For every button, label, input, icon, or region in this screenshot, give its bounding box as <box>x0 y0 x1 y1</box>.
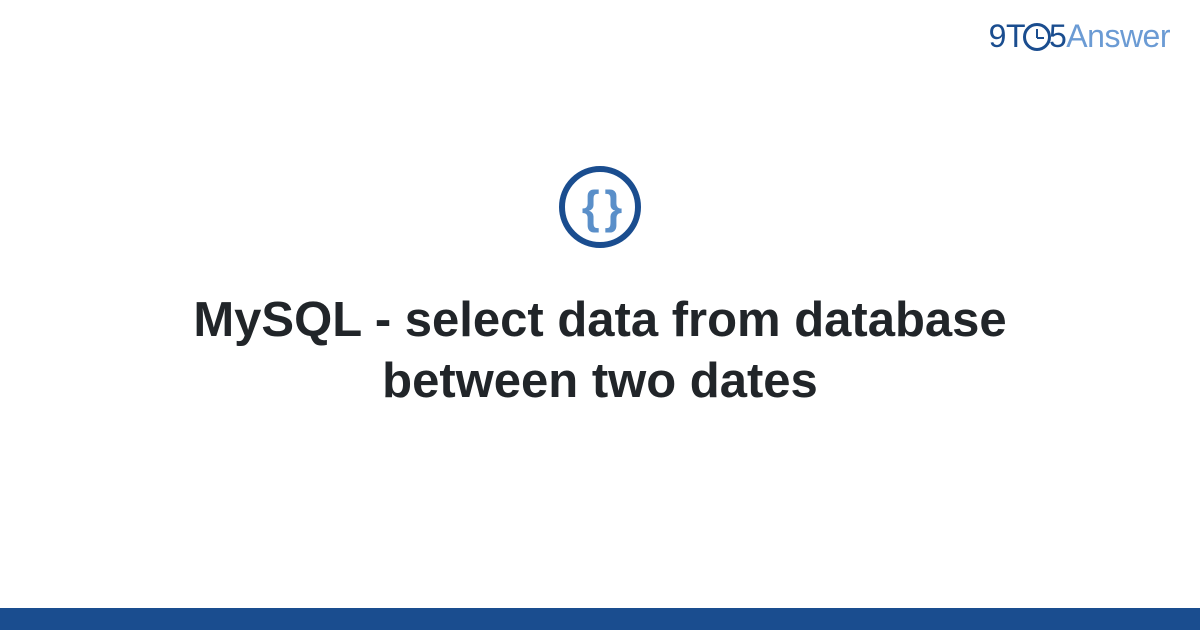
footer-accent-bar <box>0 608 1200 630</box>
question-title: MySQL - select data from database betwee… <box>110 290 1090 413</box>
category-badge: { } <box>559 166 641 248</box>
main-content: { } MySQL - select data from database be… <box>0 0 1200 608</box>
code-braces-icon: { } <box>582 184 619 230</box>
